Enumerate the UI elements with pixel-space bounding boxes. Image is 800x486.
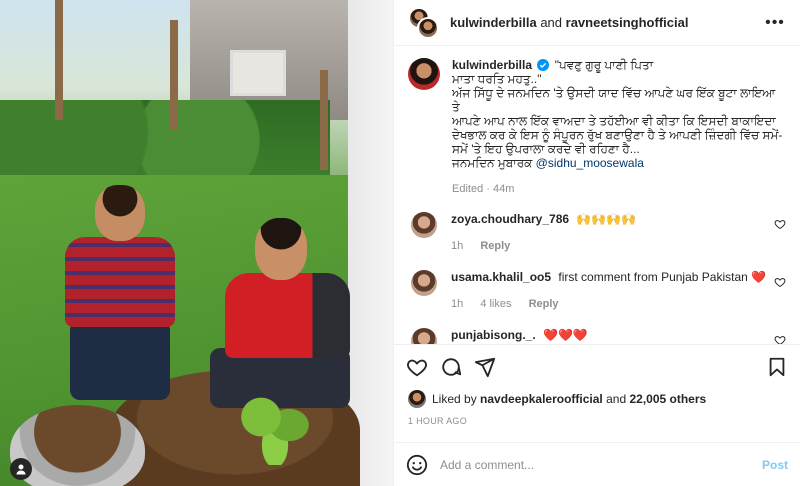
comment-item: punjabisong._. ❤️❤️❤️	[408, 328, 786, 344]
palm-trunk	[170, 20, 178, 130]
liked-others[interactable]: 22,005 others	[629, 392, 706, 406]
comment-time: 1h	[451, 298, 464, 310]
post-side-panel: kulwinderbilla and ravneetsinghofficial …	[393, 0, 800, 486]
sapling	[240, 385, 310, 465]
caption: kulwinderbilla "ਪਵਣੁ ਗੁਰੂ ਪਾਣੀ ਪਿਤਾ ਮਾਤਾ…	[408, 58, 786, 196]
likes-summary: Liked by navdeepkaleroofficial and 22,00…	[394, 388, 800, 410]
comment-username[interactable]: punjabisong._.	[451, 328, 536, 342]
comment-likes[interactable]: 4 likes	[480, 298, 511, 310]
avatar[interactable]	[411, 270, 437, 296]
comment-text: ❤️❤️❤️	[543, 328, 588, 342]
caption-username[interactable]: kulwinderbilla	[452, 58, 532, 72]
heart-icon[interactable]	[774, 334, 786, 344]
more-options-icon[interactable]: •••	[764, 14, 786, 32]
comment-username[interactable]: zoya.choudhary_786	[451, 212, 569, 226]
comment-text: 🙌🙌🙌🙌	[576, 212, 637, 226]
avatar[interactable]	[408, 58, 440, 90]
reply-button[interactable]: Reply	[480, 240, 510, 252]
bookmark-icon[interactable]	[766, 356, 788, 378]
comment-item: usama.khalil_oo5 first comment from Punj…	[408, 270, 786, 312]
collab-avatars[interactable]	[408, 6, 440, 39]
collab-names: kulwinderbilla and ravneetsinghofficial	[450, 15, 764, 30]
caption-meta: Edited · 44m	[452, 183, 515, 195]
verified-badge-icon	[537, 59, 550, 71]
header-username-1[interactable]: kulwinderbilla	[450, 15, 537, 30]
caption-text: "ਪਵਣੁ ਗੁਰੂ ਪਾਣੀ ਪਿਤਾ ਮਾਤਾ ਧਰਤਿ ਮਹਤੁ.." ਅ…	[452, 58, 783, 170]
like-heart-icon[interactable]	[406, 356, 428, 378]
post-timestamp[interactable]: 1 HOUR AGO	[394, 410, 800, 434]
header-and: and	[540, 15, 563, 30]
comment-username[interactable]: usama.khalil_oo5	[451, 270, 551, 284]
person-left	[50, 185, 180, 415]
tagged-users-button[interactable]	[10, 458, 32, 480]
palm-trunk	[320, 70, 328, 170]
avatar	[417, 16, 439, 39]
post-button[interactable]: Post	[762, 458, 788, 472]
comment-input[interactable]	[440, 457, 762, 472]
comments-area: kulwinderbilla "ਪਵਣੁ ਗੁਰੂ ਪਾਣੀ ਪਿਤਾ ਮਾਤਾ…	[394, 46, 800, 344]
header-username-2[interactable]: ravneetsinghofficial	[566, 15, 689, 30]
liked-by-label: Liked by	[432, 392, 477, 406]
comment-icon[interactable]	[440, 356, 462, 378]
avatar[interactable]	[408, 390, 426, 408]
post-header: kulwinderbilla and ravneetsinghofficial …	[394, 0, 800, 46]
avatar[interactable]	[411, 328, 437, 344]
background-hedge	[0, 100, 330, 180]
comment-item: zoya.choudhary_786 🙌🙌🙌🙌 1h Reply	[408, 212, 786, 254]
heart-icon[interactable]	[774, 276, 786, 288]
mention-link[interactable]: @sidhu_moosewala	[536, 156, 644, 170]
emoji-icon[interactable]	[406, 454, 428, 476]
comment-text: first comment from Punjab Pakistan ❤️	[558, 270, 767, 284]
reply-button[interactable]: Reply	[529, 298, 559, 310]
heart-icon[interactable]	[774, 218, 786, 230]
comment-time: 1h	[451, 240, 464, 252]
palm-trunk	[55, 0, 63, 120]
avatar[interactable]	[411, 212, 437, 238]
liked-by-user[interactable]: navdeepkaleroofficial	[480, 392, 603, 406]
user-icon	[16, 464, 26, 475]
add-comment-bar: Post	[394, 442, 800, 486]
liked-and: and	[606, 392, 627, 406]
action-bar	[394, 344, 800, 388]
share-icon[interactable]	[474, 356, 496, 378]
post-photo[interactable]	[0, 0, 393, 486]
